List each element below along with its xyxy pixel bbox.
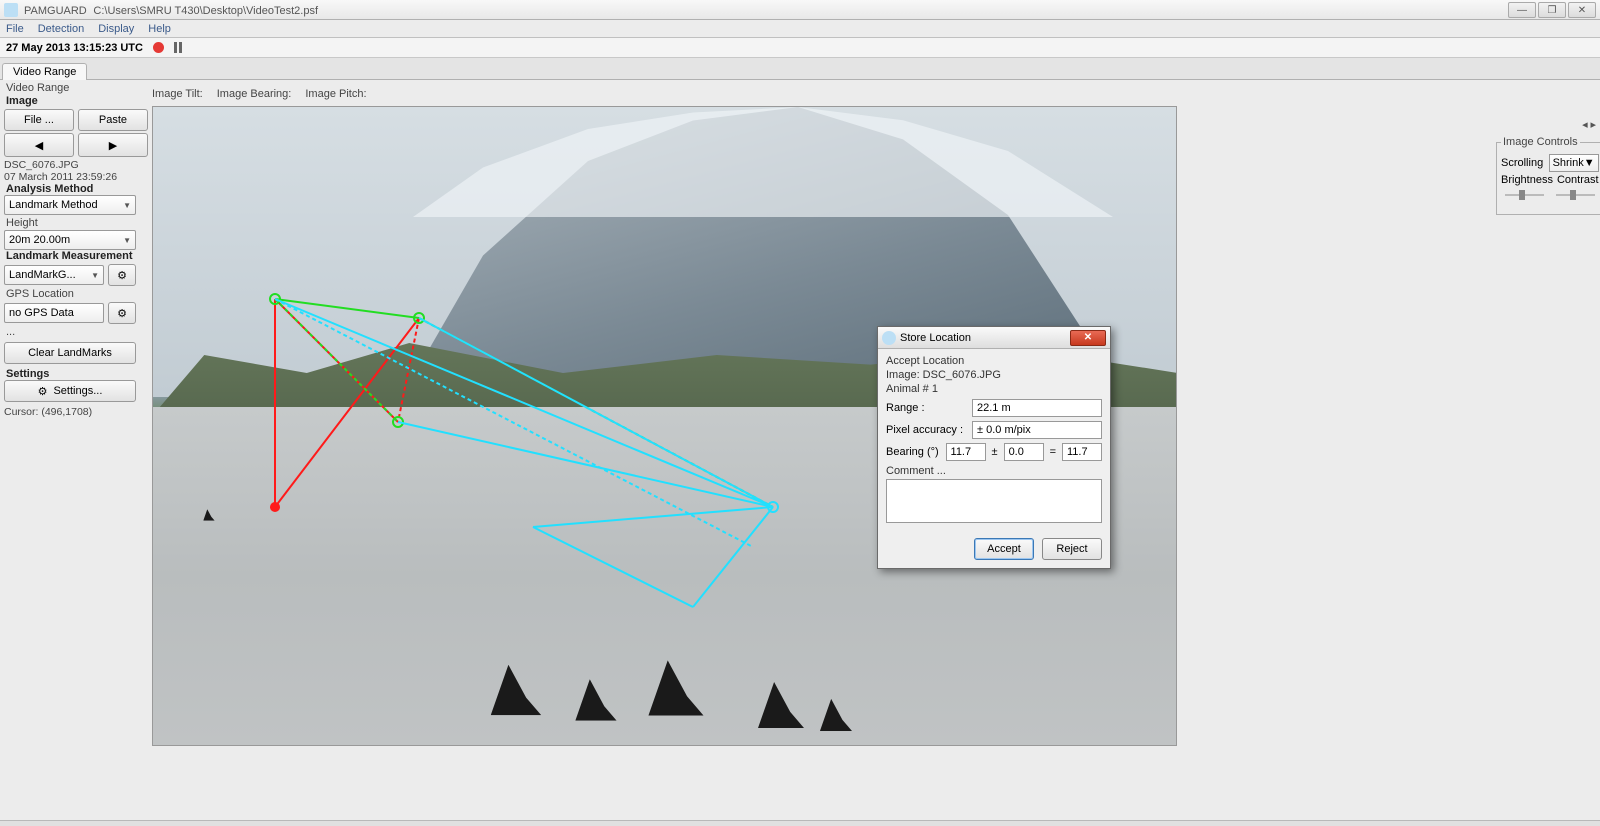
range-field[interactable]: 22.1 m bbox=[972, 399, 1102, 417]
image-filename: DSC_6076.JPG bbox=[4, 159, 79, 171]
gear-icon: ⚙ bbox=[117, 307, 127, 320]
app-icon bbox=[4, 3, 18, 17]
bearing-field-2[interactable]: 0.0 bbox=[1004, 443, 1044, 461]
time-strip: 27 May 2013 13:15:23 UTC bbox=[0, 38, 1600, 58]
pixel-accuracy-label: Pixel accuracy : bbox=[886, 424, 966, 436]
analysis-header: Analysis Method bbox=[6, 183, 93, 195]
brightness-label: Brightness bbox=[1501, 174, 1553, 186]
image-pitch-label: Image Pitch: bbox=[305, 88, 366, 100]
comment-label: Comment ... bbox=[886, 465, 1102, 477]
scrolling-select[interactable]: Shrink▼ bbox=[1549, 154, 1599, 172]
bearing-label: Bearing (°) bbox=[886, 446, 940, 458]
gear-icon: ⚙ bbox=[38, 385, 48, 398]
maximize-button[interactable]: ❐ bbox=[1538, 2, 1566, 18]
height-select[interactable]: 20m 20.00m▼ bbox=[4, 230, 136, 250]
window-title: PAMGUARD C:\Users\SMRU T430\Desktop\Vide… bbox=[24, 3, 318, 17]
dialog-icon bbox=[882, 331, 896, 345]
contrast-slider[interactable] bbox=[1552, 188, 1599, 202]
store-location-dialog: Store Location ✕ Accept Location Image: … bbox=[877, 326, 1111, 569]
settings-button[interactable]: ⚙ Settings... bbox=[4, 380, 136, 402]
analysis-method-select[interactable]: Landmark Method▼ bbox=[4, 195, 136, 215]
accept-location-label: Accept Location bbox=[886, 355, 1102, 367]
menu-help[interactable]: Help bbox=[148, 23, 171, 35]
landmark-header: Landmark Measurement bbox=[6, 250, 133, 262]
dialog-image-line: Image: DSC_6076.JPG bbox=[886, 369, 1102, 381]
bearing-field-1[interactable]: 11.7 bbox=[946, 443, 986, 461]
timestamp: 27 May 2013 13:15:23 UTC bbox=[6, 42, 143, 54]
dialog-close-button[interactable]: ✕ bbox=[1070, 330, 1106, 346]
comment-field[interactable] bbox=[886, 479, 1102, 523]
height-label: Height bbox=[6, 217, 148, 229]
bearing-field-3[interactable]: 11.7 bbox=[1062, 443, 1102, 461]
scroll-right-icon[interactable]: ▸ bbox=[1590, 119, 1596, 131]
pause-icon[interactable] bbox=[174, 42, 182, 53]
menu-file[interactable]: File bbox=[6, 23, 24, 35]
equals-label: = bbox=[1050, 446, 1056, 458]
image-controls-label: Image Controls bbox=[1501, 136, 1580, 148]
image-filetime: 07 March 2011 23:59:26 bbox=[4, 171, 117, 183]
status-bar bbox=[0, 820, 1600, 826]
dots-label: ... bbox=[6, 326, 148, 338]
accept-button[interactable]: Accept bbox=[974, 538, 1034, 560]
gear-icon: ⚙ bbox=[117, 269, 127, 282]
brightness-slider[interactable] bbox=[1501, 188, 1548, 202]
prev-image-button[interactable]: ◀ bbox=[4, 133, 74, 157]
range-label: Range : bbox=[886, 402, 966, 414]
gps-select[interactable]: no GPS Data bbox=[4, 303, 104, 323]
menu-display[interactable]: Display bbox=[98, 23, 134, 35]
image-header: Image bbox=[6, 95, 38, 107]
scrolling-label: Scrolling bbox=[1501, 157, 1543, 169]
landmark-select[interactable]: LandMarkG...▼ bbox=[4, 265, 104, 285]
dialog-title: Store Location bbox=[900, 332, 971, 344]
image-tilt-label: Image Tilt: bbox=[152, 88, 203, 100]
next-image-button[interactable]: ▶ bbox=[78, 133, 148, 157]
record-icon[interactable] bbox=[153, 42, 164, 53]
image-info-header: Image Tilt: Image Bearing: Image Pitch: bbox=[152, 88, 367, 100]
contrast-label: Contrast bbox=[1557, 174, 1599, 186]
minimize-button[interactable]: — bbox=[1508, 2, 1536, 18]
clear-landmarks-button[interactable]: Clear LandMarks bbox=[4, 342, 136, 364]
paste-button[interactable]: Paste bbox=[78, 109, 148, 131]
workspace: Video Range Image File ... Paste ◀ ▶ DSC… bbox=[0, 80, 1600, 820]
file-button[interactable]: File ... bbox=[4, 109, 74, 131]
close-button[interactable]: ✕ bbox=[1568, 2, 1596, 18]
gps-settings-button[interactable]: ⚙ bbox=[108, 302, 136, 324]
cursor-readout: Cursor: (496,1708) bbox=[4, 406, 148, 418]
dialog-animal-line: Animal # 1 bbox=[886, 383, 1102, 395]
window-titlebar: PAMGUARD C:\Users\SMRU T430\Desktop\Vide… bbox=[0, 0, 1600, 20]
gps-label: GPS Location bbox=[6, 288, 148, 300]
scroll-left-icon[interactable]: ◂ bbox=[1582, 119, 1588, 131]
image-controls-panel: ◂ ▸ Image Controls Scrolling Shrink▼ Bri… bbox=[1496, 118, 1596, 215]
plus-minus-label: ± bbox=[992, 446, 998, 458]
image-bearing-label: Image Bearing: bbox=[217, 88, 292, 100]
tab-video-range[interactable]: Video Range bbox=[2, 63, 87, 80]
menu-bar: File Detection Display Help bbox=[0, 20, 1600, 38]
menu-detection[interactable]: Detection bbox=[38, 23, 84, 35]
landmark-settings-button[interactable]: ⚙ bbox=[108, 264, 136, 286]
settings-header: Settings bbox=[6, 368, 49, 380]
left-panel: Video Range Image File ... Paste ◀ ▶ DSC… bbox=[4, 80, 148, 820]
dialog-titlebar[interactable]: Store Location ✕ bbox=[878, 327, 1110, 349]
tab-row: Video Range bbox=[0, 58, 1600, 80]
section-label: Video Range bbox=[6, 82, 148, 94]
reject-button[interactable]: Reject bbox=[1042, 538, 1102, 560]
pixel-accuracy-field[interactable]: ± 0.0 m/pix bbox=[972, 421, 1102, 439]
